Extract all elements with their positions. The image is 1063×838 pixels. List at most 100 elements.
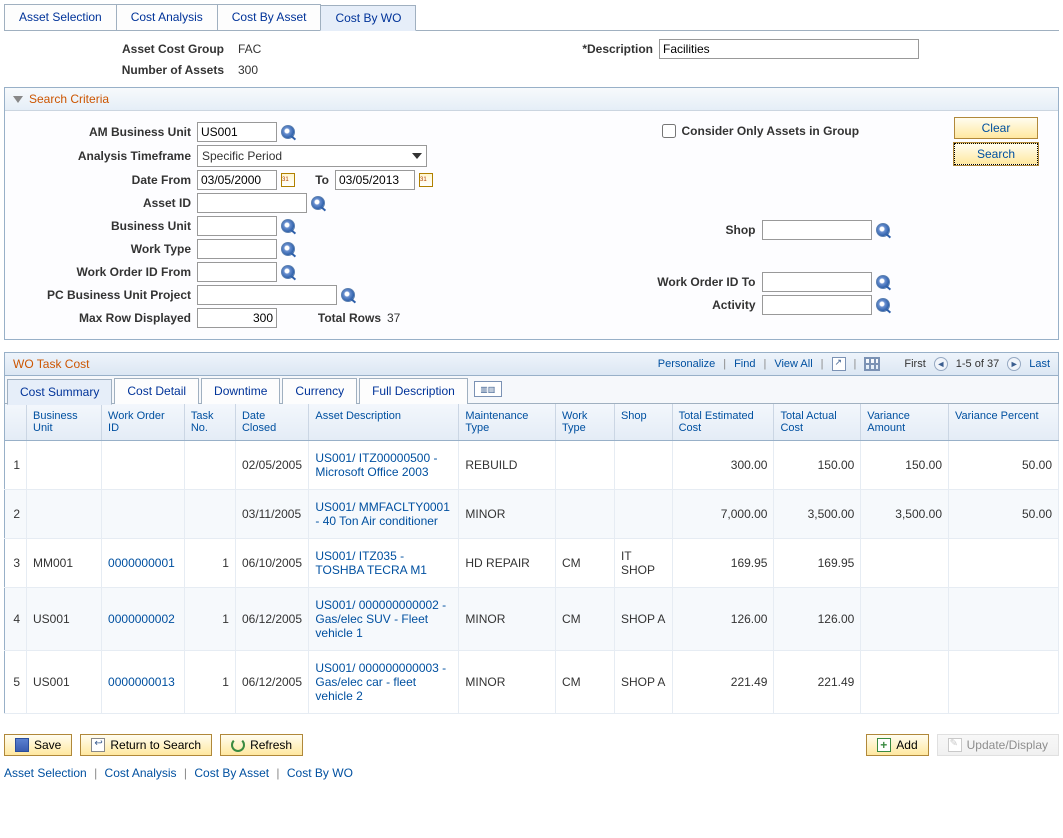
- cell-link[interactable]: 0000000001: [108, 556, 175, 570]
- pc-business-unit-project-label: PC Business Unit Project: [17, 288, 197, 302]
- link-cost-by-asset[interactable]: Cost By Asset: [194, 766, 269, 780]
- tab-cost-analysis[interactable]: Cost Analysis: [116, 4, 218, 30]
- consider-only-checkbox[interactable]: [662, 124, 676, 138]
- bottom-links: Asset Selection | Cost Analysis | Cost B…: [4, 766, 1059, 780]
- lookup-icon[interactable]: [281, 265, 295, 279]
- col-work-type[interactable]: Work Type: [555, 404, 614, 441]
- am-business-unit-input[interactable]: [197, 122, 277, 142]
- col-maintenance-type[interactable]: Maintenance Type: [459, 404, 556, 441]
- lookup-icon[interactable]: [281, 242, 295, 256]
- cell-link[interactable]: US001/ ITZ035 - TOSHBA TECRA M1: [315, 549, 427, 577]
- view-all-link[interactable]: View All: [774, 358, 812, 370]
- date-from-input[interactable]: [197, 170, 277, 190]
- analysis-timeframe-select[interactable]: Specific Period: [197, 145, 427, 167]
- col-variance-amount[interactable]: Variance Amount: [861, 404, 949, 441]
- consider-only-label: Consider Only Assets in Group: [682, 124, 860, 138]
- cell-link[interactable]: US001/ 000000000003 - Gas/elec car - fle…: [315, 661, 446, 703]
- work-type-input[interactable]: [197, 239, 277, 259]
- calendar-icon[interactable]: 31: [281, 173, 295, 187]
- show-all-columns-icon[interactable]: ▥▥: [474, 381, 502, 397]
- subtab-cost-summary[interactable]: Cost Summary: [7, 379, 112, 405]
- save-button[interactable]: Save: [4, 734, 72, 756]
- date-to-label: To: [295, 173, 335, 187]
- return-icon: [91, 738, 105, 752]
- am-business-unit-label: AM Business Unit: [17, 125, 197, 139]
- return-to-search-button[interactable]: Return to Search: [80, 734, 212, 756]
- col-total-actual-cost[interactable]: Total Actual Cost: [774, 404, 861, 441]
- search-criteria-header[interactable]: Search Criteria: [5, 88, 1058, 111]
- lookup-icon[interactable]: [876, 223, 890, 237]
- shop-label: Shop: [532, 223, 762, 237]
- link-cost-by-wo[interactable]: Cost By WO: [287, 766, 353, 780]
- work-order-id-from-input[interactable]: [197, 262, 277, 282]
- cell-link[interactable]: 0000000002: [108, 612, 175, 626]
- max-row-displayed-input[interactable]: [197, 308, 277, 328]
- find-link[interactable]: Find: [734, 358, 755, 370]
- col-asset-description[interactable]: Asset Description: [309, 404, 459, 441]
- subtab-currency[interactable]: Currency: [282, 378, 357, 404]
- first-label: First: [904, 358, 925, 370]
- total-rows-value: 37: [387, 311, 400, 325]
- link-cost-analysis[interactable]: Cost Analysis: [105, 766, 177, 780]
- lookup-icon[interactable]: [341, 288, 355, 302]
- col-variance-percent[interactable]: Variance Percent: [949, 404, 1059, 441]
- col-date-closed[interactable]: Date Closed: [235, 404, 308, 441]
- lookup-icon[interactable]: [876, 298, 890, 312]
- lookup-icon[interactable]: [281, 125, 295, 139]
- last-link[interactable]: Last: [1029, 358, 1050, 370]
- asset-id-label: Asset ID: [17, 196, 197, 210]
- link-asset-selection[interactable]: Asset Selection: [4, 766, 87, 780]
- page-range: 1-5 of 37: [956, 358, 999, 370]
- subtab-cost-detail[interactable]: Cost Detail: [114, 378, 199, 404]
- cell-link[interactable]: US001/ ITZ00000500 - Microsoft Office 20…: [315, 451, 437, 479]
- popout-icon[interactable]: [832, 357, 846, 371]
- cell-link[interactable]: US001/ 000000000002 - Gas/elec SUV - Fle…: [315, 598, 446, 640]
- activity-input[interactable]: [762, 295, 872, 315]
- work-order-id-to-input[interactable]: [762, 272, 872, 292]
- col-task-no[interactable]: Task No.: [184, 404, 235, 441]
- add-button[interactable]: Add: [866, 734, 928, 756]
- table-row: 102/05/2005US001/ ITZ00000500 - Microsof…: [5, 441, 1059, 490]
- tab-asset-selection[interactable]: Asset Selection: [4, 4, 117, 30]
- next-page-icon[interactable]: ►: [1007, 357, 1021, 371]
- update-icon: [948, 738, 962, 752]
- add-icon: [877, 738, 891, 752]
- table-row: 5US0010000000013106/12/2005US001/ 000000…: [5, 651, 1059, 714]
- search-criteria-panel: Search Criteria Clear Search AM Business…: [4, 87, 1059, 340]
- col-shop[interactable]: Shop: [614, 404, 672, 441]
- total-rows-label: Total Rows: [277, 311, 387, 325]
- lookup-icon[interactable]: [311, 196, 325, 210]
- number-of-assets-label: Number of Assets: [84, 63, 234, 77]
- shop-input[interactable]: [762, 220, 872, 240]
- cell-link[interactable]: US001/ MMFACLTY0001 - 40 Ton Air conditi…: [315, 500, 450, 528]
- prev-page-icon[interactable]: ◄: [934, 357, 948, 371]
- lookup-icon[interactable]: [876, 275, 890, 289]
- col-business-unit[interactable]: Business Unit: [27, 404, 102, 441]
- search-button[interactable]: Search: [954, 143, 1038, 165]
- spreadsheet-icon[interactable]: [864, 357, 880, 371]
- tab-cost-by-asset[interactable]: Cost By Asset: [217, 4, 322, 30]
- business-unit-input[interactable]: [197, 216, 277, 236]
- subtab-downtime[interactable]: Downtime: [201, 378, 280, 404]
- tab-cost-by-wo[interactable]: Cost By WO: [320, 5, 416, 31]
- refresh-button[interactable]: Refresh: [220, 734, 303, 756]
- col-total-estimated-cost[interactable]: Total Estimated Cost: [672, 404, 774, 441]
- description-input[interactable]: [659, 39, 919, 59]
- pc-business-unit-project-input[interactable]: [197, 285, 337, 305]
- work-type-label: Work Type: [17, 242, 197, 256]
- subtab-full-description[interactable]: Full Description: [359, 378, 468, 404]
- cell-link[interactable]: 0000000013: [108, 675, 175, 689]
- number-of-assets-value: 300: [234, 63, 258, 77]
- update-display-button: Update/Display: [937, 734, 1059, 756]
- clear-button[interactable]: Clear: [954, 117, 1038, 139]
- lookup-icon[interactable]: [281, 219, 295, 233]
- date-to-input[interactable]: [335, 170, 415, 190]
- asset-id-input[interactable]: [197, 193, 307, 213]
- personalize-link[interactable]: Personalize: [658, 358, 715, 370]
- work-order-id-from-label: Work Order ID From: [17, 265, 197, 279]
- col-rownum: [5, 404, 27, 441]
- analysis-timeframe-label: Analysis Timeframe: [17, 149, 197, 163]
- col-work-order-id[interactable]: Work Order ID: [102, 404, 185, 441]
- calendar-icon[interactable]: 31: [419, 173, 433, 187]
- analysis-timeframe-value: Specific Period: [202, 149, 282, 163]
